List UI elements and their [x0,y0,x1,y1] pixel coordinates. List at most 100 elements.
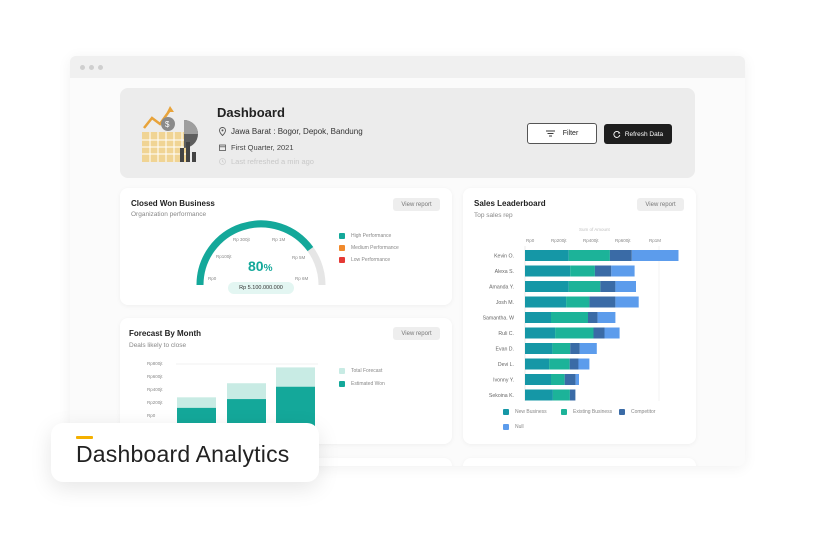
leaderboard-bar-segment [579,343,597,354]
legend-swatch [339,381,345,387]
leaderboard-bar-segment [525,389,553,401]
last-refresh-text: Last refreshed a min ago [231,157,314,166]
legend-label: Estimated Won [351,381,385,387]
leaderboard-bar-segment [552,343,571,354]
last-refresh-row: Last refreshed a min ago [219,157,314,166]
leaderboard-rep-label: Alexa S. [495,269,514,275]
filter-label: Filter [562,130,579,137]
refresh-label: Refresh Data [624,130,664,138]
stage: $ Dashboard Jawa Barat : Bogor, Depok, B… [0,0,815,552]
legend-low-performance: Low Performance [339,257,390,263]
leaderboard-bar-segment [525,327,556,339]
dashboard-illustration: $ [142,106,198,162]
window-dot [98,64,103,70]
legend-swatch [339,245,345,251]
legend-label: High Performance [351,233,392,239]
browser-window: $ Dashboard Jawa Barat : Bogor, Depok, B… [70,56,745,466]
leaderboard-bar-segment [594,265,612,277]
leaderboard-bar-segment [525,281,569,292]
leaderboard-bar-segment [525,312,551,323]
svg-text:$: $ [165,120,170,129]
leaderboard-bar-segment [525,296,567,308]
dashboard-header: $ Dashboard Jawa Barat : Bogor, Depok, B… [120,88,695,178]
legend-swatch [561,409,567,415]
clock-icon [219,158,226,165]
gauge-percent-unit: % [263,263,273,274]
leaderboard-bar-segment [569,389,576,401]
leaderboard-bar-segment [525,374,551,385]
legend-estimated-won: Estimated Won [339,381,385,387]
leaderboard-rep-label: Ivonny Y. [493,378,514,384]
gauge-tick-5: Rp 6M [295,276,309,281]
filter-icon [545,130,555,137]
refresh-data-button[interactable]: Refresh Data [604,124,672,144]
refresh-icon [613,131,621,138]
leaderboard-rep-label: Evan D. [496,347,514,353]
legend-total-forecast: Total Forecast [339,368,382,374]
leaderboard-rep-label: Amanda Y. [489,285,514,291]
closed-won-amount: Rp 5.100.000.000 [228,282,294,294]
legend-label: Null [515,424,524,430]
legend-label: New Business [515,409,547,415]
legend-competitor: Competitor [619,409,655,415]
leaderboard-rep-label: Sekoina K. [489,393,514,399]
legend-high-performance: High Performance [339,233,391,239]
legend-swatch [503,409,509,415]
window-title-bar [70,56,745,78]
legend-label: Total Forecast [351,368,383,374]
legend-swatch [339,368,345,374]
legend-swatch [619,409,625,415]
leaderboard-bar-segment [597,312,616,323]
location-text: Jawa Barat : Bogor, Depok, Bandung [231,127,363,136]
leaderboard-bar-segment [566,296,590,308]
legend-label: Low Performance [351,257,391,263]
leaderboard-bar-segment [525,358,550,370]
legend-medium-performance: Medium Performance [339,245,399,251]
leaderboard-bar-segment [615,281,636,292]
dashboard-content: $ Dashboard Jawa Barat : Bogor, Depok, B… [70,78,745,466]
leaderboard-bar-segment [609,250,632,261]
leaderboard-bar-segment [589,296,616,308]
leaderboard-bar-segment [604,327,620,339]
legend-existing-business: Existing Business [561,409,612,415]
leaderboard-bar-segment [552,389,570,401]
leaderboard-bar-segment [525,250,569,261]
leaderboard-bar-segment [593,327,605,339]
leaderboard-bar-segment [555,327,594,339]
leaderboard-bar-segment [570,343,580,354]
leaderboard-rep-label: Samantha. W [483,316,515,322]
gauge-tick-2: Rp 300jt [233,237,250,242]
closed-won-card: Closed Won Business Organization perform… [120,188,452,305]
leaderboard-bar-segment [631,250,679,261]
legend-label: Existing Business [573,409,613,415]
period-row: First Quarter, 2021 [219,143,294,152]
gauge-tick-0: Rp0 [208,276,217,281]
leaderboard-bar-segment [551,374,565,385]
filter-button[interactable]: Filter [527,123,597,144]
leaderboard-bar-segment [578,358,590,370]
legend-swatch [339,233,345,239]
leaderboard-bar-segment [568,281,601,292]
window-dot [80,64,85,70]
sales-leaderboard-card: Sales Leaderboard Top sales rep View rep… [463,188,696,444]
page-title: Dashboard [217,105,285,120]
legend-label: Competitor [631,409,656,415]
dashboard-analytics-label-card: Dashboard Analytics [51,423,319,482]
leaderboard-bar-segment [525,343,553,354]
gauge-tick-3: Rp 1M [272,237,286,242]
leaderboard-bar-segment [600,281,616,292]
period-text: First Quarter, 2021 [231,143,294,152]
legend-swatch [339,257,345,263]
leaderboard-bar-segment [569,358,579,370]
leaderboard-bar-segment [551,312,588,323]
gauge-tick-1: Rp100jt [216,254,232,259]
leaderboard-chart: Kevin O. Alexa S. Amanda Y. Josh M. Samantha… [483,246,679,401]
gauge-tick-4: Rp 5M [292,255,306,260]
leaderboard-bar-segment [615,296,639,308]
leaderboard-bar-segment [525,265,571,277]
leaderboard-bar-segment [549,358,570,370]
dashboard-analytics-label: Dashboard Analytics [76,441,290,467]
gauge-percent-value: 80 [248,258,264,274]
leaderboard-rep-label: Josh M. [496,300,514,306]
lower-right-card [463,458,696,466]
